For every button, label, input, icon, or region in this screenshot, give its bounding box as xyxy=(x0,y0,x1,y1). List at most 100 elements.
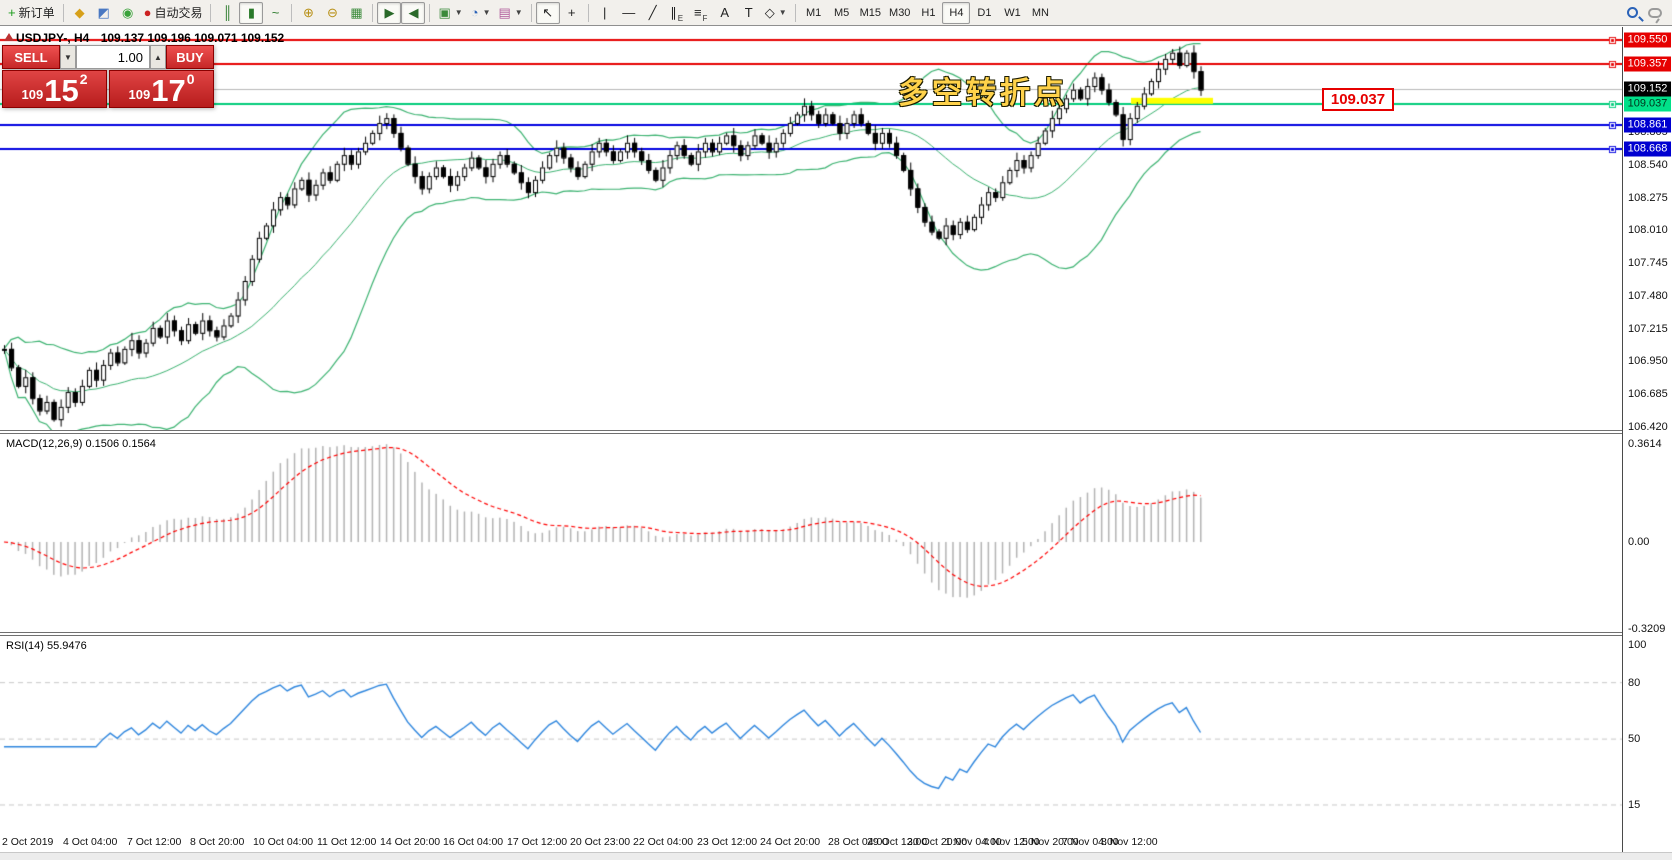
rsi-label: RSI(14) 55.9476 xyxy=(6,640,87,652)
rsi-axis-tick: 80 xyxy=(1628,677,1640,689)
period-button[interactable]: ◔▼ xyxy=(467,2,495,24)
chat-icon[interactable] xyxy=(1648,8,1662,18)
price-badge-109.550: 109.550 xyxy=(1624,33,1671,48)
zoom-out-icon: ⊖ xyxy=(327,6,338,19)
panel-separator-macd[interactable] xyxy=(0,430,1672,434)
macd-panel-canvas[interactable] xyxy=(0,434,1622,632)
rsi-axis-tick: 100 xyxy=(1628,639,1646,651)
search-icon[interactable] xyxy=(1627,7,1638,18)
price-badge-108.668: 108.668 xyxy=(1624,142,1671,157)
new-chart-button[interactable]: ▣▼ xyxy=(434,2,466,24)
timeframe-button-h4[interactable]: H4 xyxy=(942,2,970,24)
icon-subscript: E xyxy=(678,14,683,23)
shapes-button[interactable]: ◇▼ xyxy=(761,2,791,24)
shapes-icon: ◇ xyxy=(765,6,775,19)
auto-scroll-button[interactable]: ◀ xyxy=(401,2,425,24)
panel-separator-rsi[interactable] xyxy=(0,632,1672,636)
trendline-button[interactable]: ╱ xyxy=(641,2,665,24)
vertical-line-button[interactable]: | xyxy=(593,2,617,24)
volume-down-button[interactable]: ▼ xyxy=(60,45,76,69)
toolbar-separator xyxy=(795,4,796,22)
ohlc-values: 109.137 109.196 109.071 109.152 xyxy=(101,31,285,45)
chart-shift-button[interactable]: ▶ xyxy=(377,2,401,24)
zoom-in-button[interactable]: ⊕ xyxy=(296,2,320,24)
dropdown-arrow-icon: ▼ xyxy=(779,8,787,17)
text-button[interactable]: A xyxy=(713,2,737,24)
price-level-box[interactable]: 109.037 xyxy=(1322,88,1394,111)
indicators-button[interactable]: ▤▼ xyxy=(494,2,526,24)
horizontal-line-button[interactable]: — xyxy=(617,2,641,24)
fibonacci-button[interactable]: ≡F xyxy=(689,2,713,24)
signals-icon: ◉ xyxy=(122,6,133,19)
bar-chart-button[interactable]: ║ xyxy=(215,2,239,24)
toolbar-separator xyxy=(291,4,292,22)
time-axis-label: 4 Oct 04:00 xyxy=(63,836,117,848)
sell-price-quote[interactable]: 109 15 2 xyxy=(2,70,107,108)
volume-up-button[interactable]: ▲ xyxy=(150,45,166,69)
line-chart-button[interactable]: ~ xyxy=(263,2,287,24)
horizontal-line-icon: — xyxy=(622,6,635,19)
autotrading-button[interactable]: ●自动交易 xyxy=(140,2,207,24)
crosshair-button[interactable]: + xyxy=(560,2,584,24)
buy-price-quote[interactable]: 109 17 0 xyxy=(109,70,214,108)
dropdown-arrow-icon: ▼ xyxy=(455,8,463,17)
text-icon: A xyxy=(720,6,729,19)
time-axis-label: 23 Oct 12:00 xyxy=(697,836,757,848)
timeframe-button-h1[interactable]: H1 xyxy=(914,2,942,24)
zoom-out-button[interactable]: ⊖ xyxy=(320,2,344,24)
autotrading-icon: ● xyxy=(144,6,152,19)
zoom-in-icon: ⊕ xyxy=(303,6,314,19)
time-axis-label: 20 Oct 23:00 xyxy=(570,836,630,848)
signals-button[interactable]: ◉ xyxy=(116,2,140,24)
new-order-icon: + xyxy=(8,6,16,19)
sell-button[interactable]: SELL xyxy=(2,45,60,69)
horizontal-scrollbar[interactable] xyxy=(0,852,1672,860)
symbol-period: USDJPY-, H4 xyxy=(16,31,89,45)
history-center-button[interactable]: ◆ xyxy=(68,2,92,24)
timeframe-button-m15[interactable]: M15 xyxy=(856,2,885,24)
time-axis-label: 14 Oct 20:00 xyxy=(380,836,440,848)
line-chart-icon: ~ xyxy=(272,6,280,19)
time-axis: 2 Oct 20194 Oct 04:007 Oct 12:008 Oct 20… xyxy=(0,832,1622,852)
new-order-label: 新订单 xyxy=(19,4,55,21)
new-chart-icon: ▣ xyxy=(438,6,450,19)
macd-label: MACD(12,26,9) 0.1506 0.1564 xyxy=(6,438,156,450)
toolbar-separator xyxy=(210,4,211,22)
tile-windows-button[interactable]: ▦ xyxy=(344,2,368,24)
time-axis-label: 8 Nov 12:00 xyxy=(1101,836,1158,848)
time-axis-label: 24 Oct 20:00 xyxy=(760,836,820,848)
icon-subscript: F xyxy=(703,14,708,23)
timeframe-button-mn[interactable]: MN xyxy=(1026,2,1054,24)
sell-price-sup: 2 xyxy=(80,71,88,87)
timeframe-button-m5[interactable]: M5 xyxy=(828,2,856,24)
chart-annotation-text: 多空转折点 xyxy=(898,68,1068,112)
channel-button[interactable]: ∥E xyxy=(665,2,689,24)
buy-button[interactable]: BUY xyxy=(166,45,214,69)
label-button[interactable]: T xyxy=(737,2,761,24)
timeframe-button-d1[interactable]: D1 xyxy=(970,2,998,24)
dropdown-arrow-icon: ▼ xyxy=(483,8,491,17)
time-axis-label: 8 Oct 20:00 xyxy=(190,836,244,848)
timeframe-button-m1[interactable]: M1 xyxy=(800,2,828,24)
price-badge-109.037: 109.037 xyxy=(1624,96,1671,111)
timeframe-button-w1[interactable]: W1 xyxy=(998,2,1026,24)
vertical-line-icon: | xyxy=(603,6,606,19)
mt4-window: +新订单◆◩◉●自动交易║▮~⊕⊖▦▶◀▣▼◔▼▤▼↖+|—╱∥E≡FAT◇▼ … xyxy=(0,0,1672,860)
cursor-icon: ↖ xyxy=(542,6,553,19)
period-icon: ◔ xyxy=(471,6,479,19)
price-axis-tick: 107.480 xyxy=(1628,290,1668,302)
time-axis-label: 7 Oct 12:00 xyxy=(127,836,181,848)
price-badge-108.861: 108.861 xyxy=(1624,118,1671,133)
experts-button[interactable]: ◩ xyxy=(92,2,116,24)
macd-axis-tick: 0.00 xyxy=(1628,536,1649,548)
cursor-button[interactable]: ↖ xyxy=(536,2,560,24)
candlestick-button[interactable]: ▮ xyxy=(239,2,263,24)
new-order-button[interactable]: +新订单 xyxy=(4,2,59,24)
volume-input[interactable] xyxy=(76,45,150,69)
price-axis-tick: 106.685 xyxy=(1628,388,1668,400)
buy-price-small: 109 xyxy=(129,87,151,102)
timeframe-toolbar: M1M5M15M30H1H4D1W1MN xyxy=(800,2,1055,24)
timeframe-button-m30[interactable]: M30 xyxy=(885,2,914,24)
price-axis-tick: 108.010 xyxy=(1628,224,1668,236)
rsi-panel-canvas[interactable] xyxy=(0,636,1622,832)
